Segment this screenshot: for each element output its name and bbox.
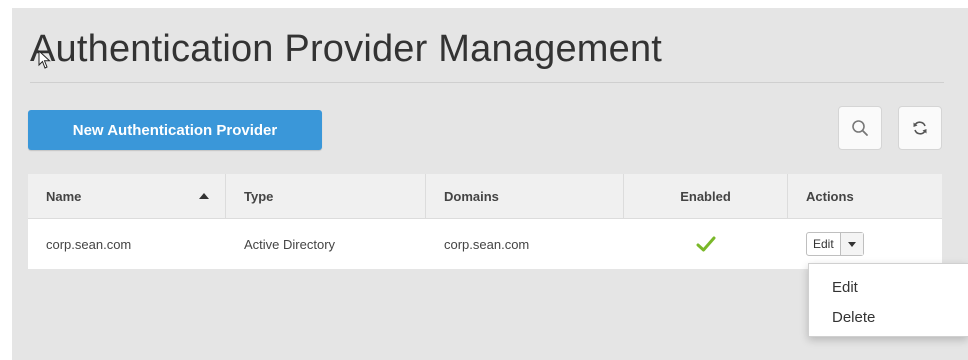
column-header-label: Enabled [680, 188, 731, 204]
edit-split-button: Edit [806, 232, 864, 256]
column-header-enabled[interactable]: Enabled [624, 174, 788, 218]
table-row[interactable]: corp.sean.com Active Directory corp.sean… [28, 219, 942, 269]
browser-viewport: Authentication Provider Management New A… [0, 0, 968, 360]
new-authentication-provider-button[interactable]: New Authentication Provider [28, 110, 322, 150]
column-header-name[interactable]: Name [28, 174, 226, 218]
providers-table: Name Type Domains Enabled Actions corp.s… [28, 174, 942, 269]
sort-ascending-icon [199, 193, 209, 199]
page-title: Authentication Provider Management [30, 28, 663, 70]
column-header-label: Domains [444, 188, 499, 204]
chevron-down-icon [847, 241, 856, 247]
refresh-button[interactable] [898, 106, 942, 150]
column-header-actions: Actions [788, 174, 942, 218]
search-icon [852, 120, 868, 136]
column-header-domains[interactable]: Domains [426, 174, 624, 218]
cell-type: Active Directory [244, 236, 336, 252]
checkmark-icon [696, 236, 716, 252]
cell-domains: corp.sean.com [444, 236, 530, 252]
menu-item-edit[interactable]: Edit [809, 272, 968, 302]
cell-actions: Edit [788, 219, 942, 269]
column-header-label: Type [244, 188, 274, 204]
title-divider [30, 82, 944, 83]
cell-name: corp.sean.com [46, 236, 132, 252]
column-header-type[interactable]: Type [226, 174, 426, 218]
actions-dropdown-menu: Edit Delete [808, 263, 968, 337]
actions-dropdown-toggle[interactable] [840, 233, 863, 255]
table-header: Name Type Domains Enabled Actions [28, 174, 942, 219]
mouse-cursor-icon [38, 50, 51, 69]
menu-item-delete[interactable]: Delete [809, 302, 968, 332]
edit-button[interactable]: Edit [807, 233, 841, 255]
column-header-label: Name [46, 188, 82, 204]
cell-enabled [624, 219, 788, 269]
refresh-icon [913, 121, 927, 135]
search-button[interactable] [838, 106, 882, 150]
column-header-label: Actions [806, 188, 854, 204]
